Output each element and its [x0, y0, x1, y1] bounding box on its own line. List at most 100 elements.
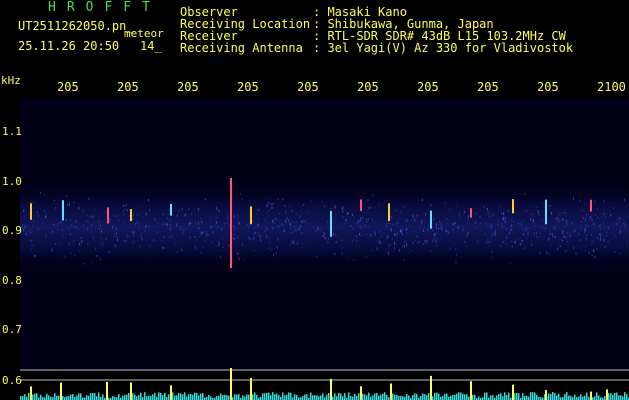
noise-dot — [272, 219, 274, 222]
noise-dot — [607, 240, 609, 243]
noise-dot — [488, 244, 490, 247]
noise-dot — [571, 221, 573, 224]
signal-trace-bar — [398, 396, 400, 400]
noise-dot — [305, 240, 307, 242]
noise-dot — [60, 221, 62, 224]
noise-dot — [92, 215, 94, 218]
signal-trace-bar — [40, 394, 42, 400]
noise-dot — [149, 257, 151, 260]
noise-dot — [435, 226, 437, 229]
noise-dot — [100, 243, 101, 247]
noise-dot — [563, 236, 565, 238]
noise-dot — [424, 240, 426, 243]
signal-trace-bar — [46, 393, 48, 400]
noise-dot — [435, 240, 437, 243]
signal-trace-bar — [124, 394, 126, 400]
signal-spike — [170, 385, 172, 400]
noise-dot — [267, 215, 269, 217]
signal-trace-bar — [434, 392, 436, 400]
noise-dot — [291, 232, 293, 234]
noise-dot — [602, 221, 604, 224]
noise-dot — [417, 241, 418, 245]
noise-dot — [241, 243, 243, 246]
noise-dot — [201, 245, 203, 249]
noise-dot — [265, 218, 266, 222]
noise-dot — [153, 238, 155, 242]
signal-trace-bar — [296, 394, 298, 400]
noise-dot — [349, 210, 351, 212]
signal-trace-bar — [350, 396, 352, 400]
signal-trace-bar — [400, 396, 402, 400]
noise-dot — [435, 244, 437, 247]
signal-trace-bar — [90, 393, 92, 400]
noise-dot — [525, 228, 527, 231]
noise-dot — [364, 233, 366, 235]
noise-dot — [146, 225, 148, 227]
noise-dot — [623, 209, 624, 212]
noise-dot — [549, 205, 551, 208]
signal-trace-bar — [490, 395, 492, 400]
noise-dot — [343, 223, 345, 225]
signal-trace-bar — [450, 395, 452, 400]
noise-band — [20, 182, 629, 272]
noise-dot — [317, 227, 319, 231]
noise-dot — [256, 224, 258, 228]
signal-trace-bar — [58, 395, 60, 400]
signal-trace-bar — [386, 394, 388, 400]
noise-dot — [221, 237, 223, 240]
noise-dot — [200, 217, 202, 220]
noise-dot — [145, 225, 146, 229]
signal-trace-bar — [244, 396, 246, 400]
signal-trace-bar — [552, 392, 554, 400]
noise-dot — [29, 229, 31, 233]
noise-dot — [118, 219, 120, 222]
noise-dot — [334, 205, 336, 209]
noise-dot — [252, 220, 254, 222]
noise-dot — [535, 225, 537, 227]
noise-dot — [170, 225, 172, 227]
noise-dot — [530, 205, 532, 207]
noise-dot — [414, 218, 416, 222]
noise-dot — [91, 230, 92, 234]
noise-dot — [247, 223, 248, 226]
noise-dot — [607, 226, 609, 229]
signal-trace-bar — [484, 392, 486, 400]
signal-trace-bar — [596, 392, 598, 400]
noise-dot — [125, 204, 127, 206]
signal-trace-bar — [176, 395, 178, 400]
noise-dot — [220, 256, 222, 259]
noise-dot — [601, 216, 603, 219]
noise-dot — [78, 207, 80, 210]
signal-trace-bar — [332, 396, 334, 400]
noise-dot — [378, 203, 380, 206]
noise-dot — [82, 224, 84, 227]
noise-dot — [266, 212, 268, 214]
signal-trace-bar — [354, 393, 356, 400]
noise-dot — [572, 222, 574, 225]
signal-trace-bar — [442, 396, 444, 400]
noise-dot — [590, 234, 592, 236]
noise-dot — [531, 243, 532, 247]
signal-trace-bar — [164, 393, 166, 400]
noise-dot — [140, 206, 142, 208]
signal-trace-bar — [566, 392, 568, 400]
noise-dot — [217, 244, 219, 247]
noise-dot — [423, 243, 425, 245]
noise-dot — [495, 230, 496, 232]
noise-dot — [136, 221, 138, 224]
signal-spike — [360, 386, 362, 400]
noise-dot — [126, 236, 128, 239]
noise-dot — [408, 225, 410, 228]
noise-dot — [51, 231, 53, 234]
noise-dot — [590, 243, 592, 245]
noise-dot — [359, 220, 361, 222]
noise-dot — [425, 213, 426, 216]
noise-dot — [367, 218, 369, 221]
noise-dot — [571, 231, 572, 234]
noise-dot — [292, 221, 294, 223]
noise-dot — [42, 218, 44, 220]
signal-trace-bar — [582, 396, 584, 400]
signal-trace-bar — [438, 393, 440, 400]
noise-dot — [233, 234, 235, 236]
noise-dot — [368, 225, 370, 229]
